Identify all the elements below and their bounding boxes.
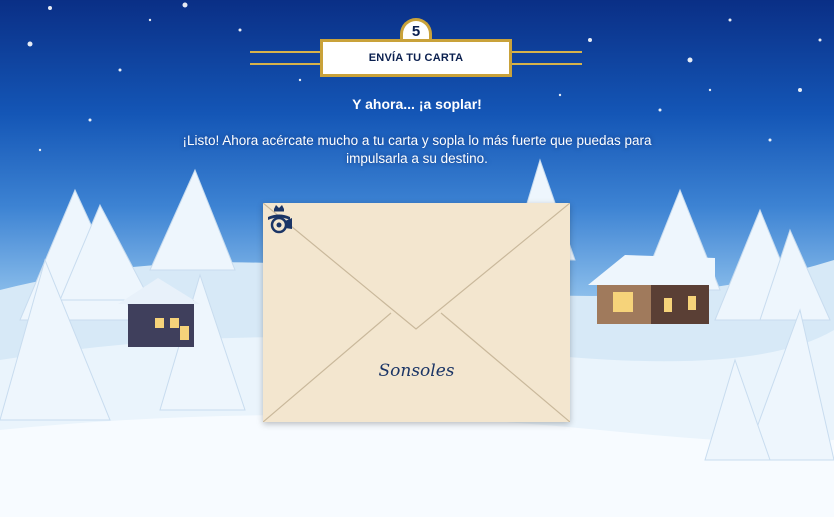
gold-rail-left-top	[250, 51, 322, 53]
recipient-name: Sonsoles	[378, 361, 455, 381]
instructions-text: ¡Listo! Ahora acércate mucho a tu carta …	[182, 133, 652, 166]
house-right	[588, 255, 715, 324]
winter-scene: 5 ENVÍA TU CARTA Y ahora... ¡a soplar! ¡…	[0, 0, 834, 517]
envelope-folds	[263, 203, 570, 422]
gold-rail-right-bottom	[510, 63, 582, 65]
gold-rail-right-top	[510, 51, 582, 53]
correos-horn-icon	[268, 205, 292, 234]
letter-envelope[interactable]: Sonsoles	[263, 203, 570, 422]
step-title: ENVÍA TU CARTA	[320, 39, 512, 77]
gold-rail-left-bottom	[250, 63, 322, 65]
subtitle: Y ahora... ¡a soplar!	[352, 96, 482, 112]
